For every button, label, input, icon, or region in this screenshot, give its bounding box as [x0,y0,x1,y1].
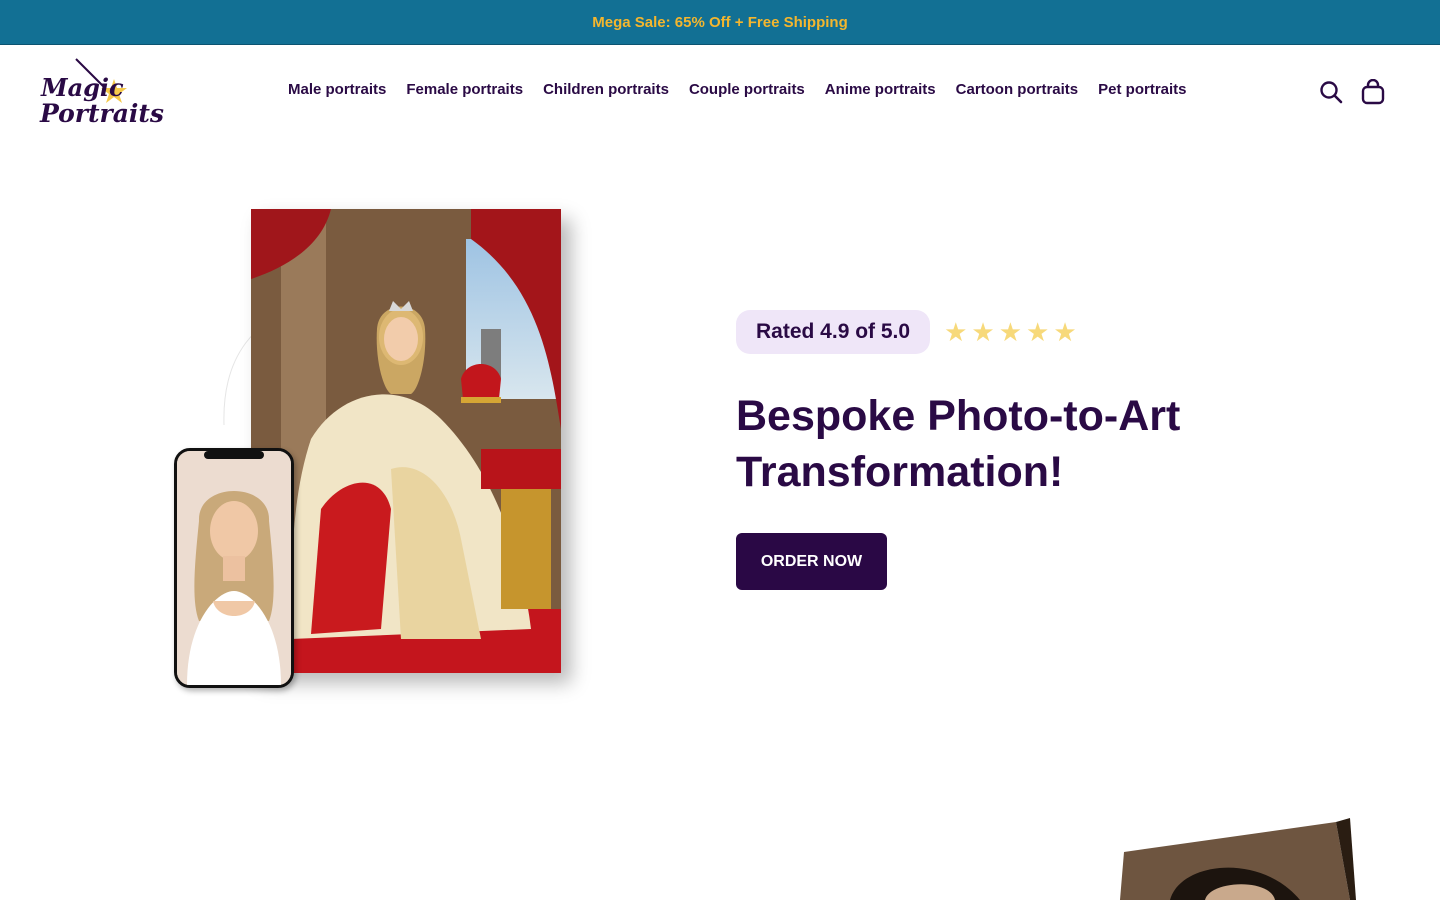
star-icon: ★ [998,317,1022,347]
next-section-canvas-image [1110,818,1360,900]
nav-pet-portraits[interactable]: Pet portraits [1098,81,1186,98]
announcement-bar: Mega Sale: 65% Off + Free Shipping [0,0,1440,45]
logo-text-magic: Magic [41,73,124,102]
star-icon: ★ [1026,317,1050,347]
rating-stars: ★ ★ ★ ★ ★ [944,319,1077,345]
announcement-text: Mega Sale: 65% Off + Free Shipping [592,13,848,31]
hero-headline: Bespoke Photo-to-Art Transformation! [736,392,1181,496]
logo-text-portraits: Portraits [40,99,165,128]
queen-portrait-painting [251,209,561,673]
rating-row: Rated 4.9 of 5.0 ★ ★ ★ ★ ★ [736,310,1077,354]
nav-cartoon-portraits[interactable]: Cartoon portraits [956,81,1079,98]
main-nav: Male portraits Female portraits Children… [288,81,1187,98]
shopping-bag-icon[interactable] [1360,78,1386,105]
star-icon: ★ [1053,317,1077,347]
nav-female-portraits[interactable]: Female portraits [406,81,523,98]
nav-children-portraits[interactable]: Children portraits [543,81,669,98]
nav-male-portraits[interactable]: Male portraits [288,81,386,98]
site-header: Magic Portraits Male portraits Female po… [0,45,1440,140]
nav-anime-portraits[interactable]: Anime portraits [825,81,936,98]
order-now-button[interactable]: ORDER NOW [736,533,887,590]
star-icon: ★ [944,317,968,347]
hero-image [172,192,592,697]
search-icon[interactable] [1318,79,1344,105]
phone-photo [174,448,294,688]
logo[interactable]: Magic Portraits [38,57,164,132]
star-icon: ★ [971,317,995,347]
nav-couple-portraits[interactable]: Couple portraits [689,81,805,98]
rating-badge: Rated 4.9 of 5.0 [736,310,931,354]
